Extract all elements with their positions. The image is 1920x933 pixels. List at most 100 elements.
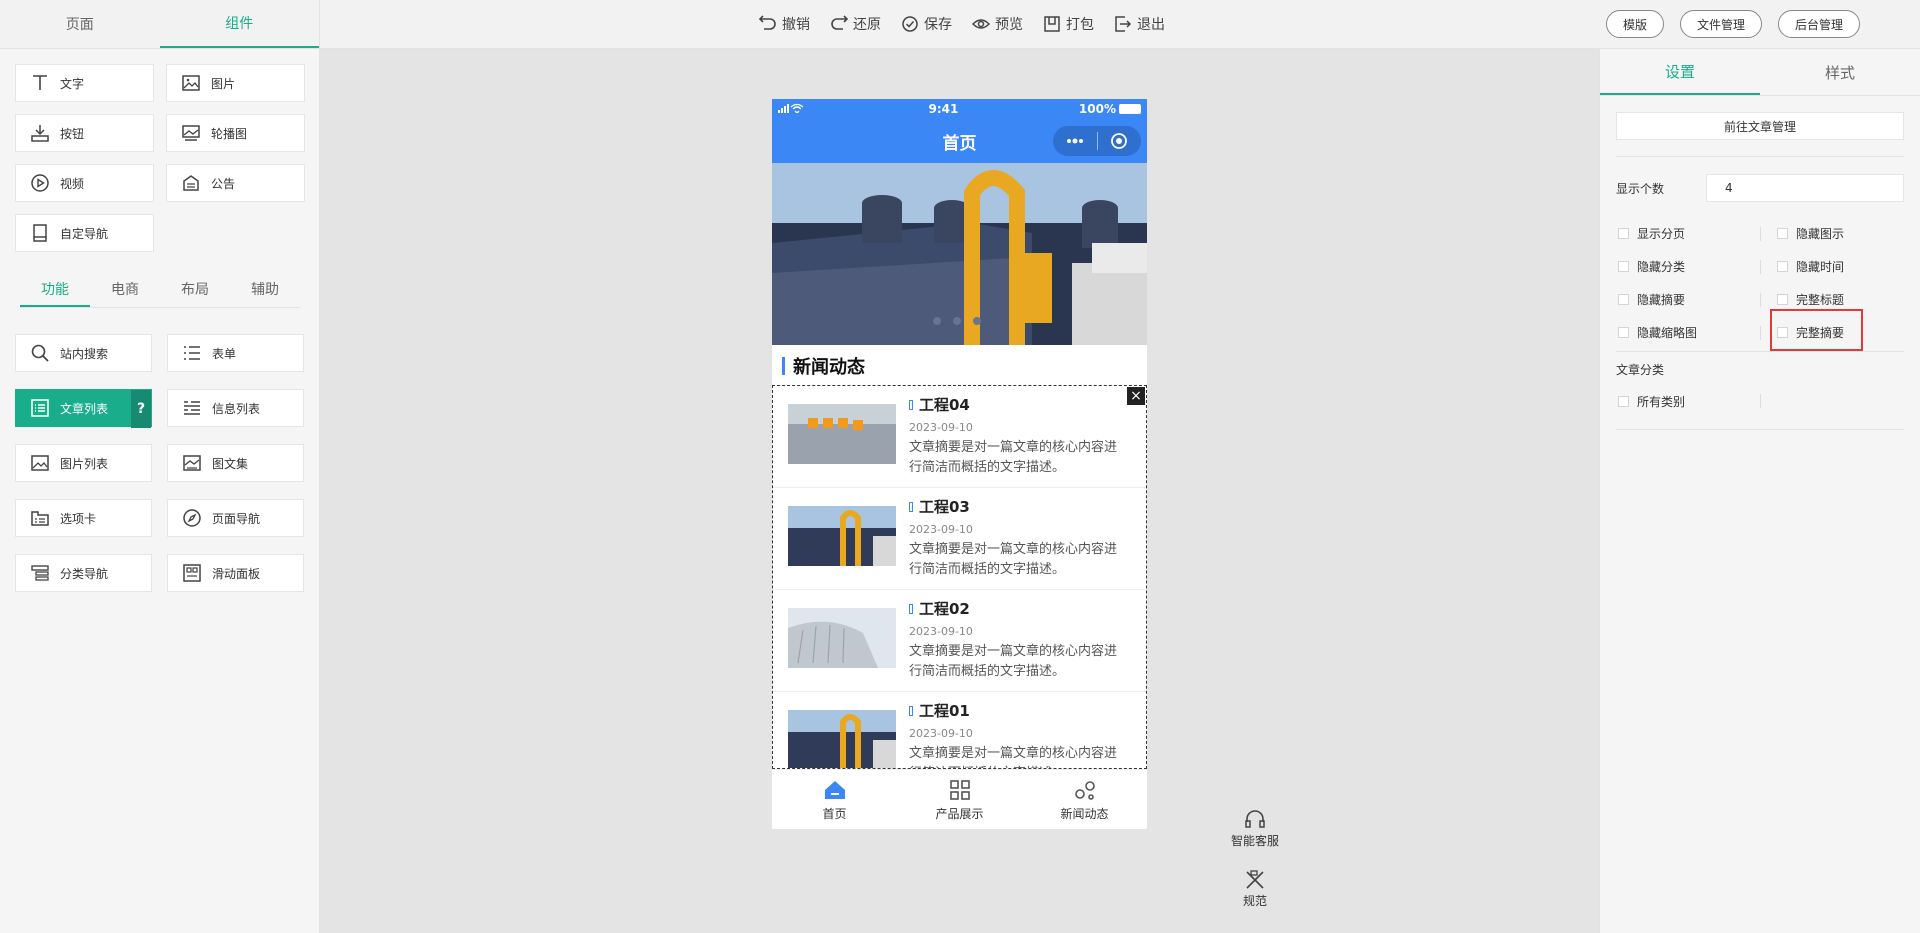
comp-video[interactable]: 视频 bbox=[15, 164, 154, 202]
template-button[interactable]: 模版 bbox=[1605, 10, 1664, 38]
article-title-text: 工程03 bbox=[919, 498, 970, 516]
comp-text[interactable]: 文字 bbox=[15, 64, 154, 102]
checkbox[interactable] bbox=[1618, 327, 1629, 338]
option-row: 隐藏摘要 完整标题 bbox=[1616, 283, 1906, 316]
comp-notice-label: 公告 bbox=[211, 176, 236, 191]
article-item[interactable]: 工程01 2023-09-10 文章摘要是对一篇文章的核心内容进行简洁而概括的文… bbox=[773, 692, 1146, 768]
checkbox[interactable] bbox=[1777, 327, 1788, 338]
save-button[interactable]: 保存 bbox=[901, 14, 952, 34]
option-label: 完整摘要 bbox=[1796, 326, 1845, 340]
tabbar-news[interactable]: 新闻动态 bbox=[1022, 770, 1147, 829]
status-time: 9:41 bbox=[928, 102, 959, 116]
comp-button[interactable]: 按钮 bbox=[15, 114, 154, 152]
help-badge[interactable]: ? bbox=[131, 390, 151, 428]
option-hide-category[interactable]: 隐藏分类 bbox=[1616, 258, 1761, 275]
redo-label: 还原 bbox=[853, 17, 881, 33]
undo-button[interactable]: 撤销 bbox=[759, 14, 810, 34]
tab-page[interactable]: 页面 bbox=[0, 0, 160, 48]
status-battery: 100% bbox=[1079, 102, 1141, 116]
tab-function[interactable]: 功能 bbox=[20, 273, 90, 307]
smart-service-button[interactable]: 智能客服 bbox=[1215, 808, 1295, 849]
image-icon bbox=[182, 75, 200, 91]
tab-settings[interactable]: 设置 bbox=[1600, 49, 1760, 95]
more-dots-icon[interactable] bbox=[1053, 126, 1097, 156]
phone-nav-bar: 首页 bbox=[772, 119, 1147, 163]
news-section-title: 新闻动态 bbox=[772, 345, 1147, 387]
option-hide-time[interactable]: 隐藏时间 bbox=[1761, 258, 1906, 275]
option-show-pagination[interactable]: 显示分页 bbox=[1616, 225, 1761, 242]
comp-gallery[interactable]: 图文集 bbox=[167, 444, 304, 482]
tabbar-products[interactable]: 产品展示 bbox=[897, 770, 1022, 829]
comp-custom-nav[interactable]: 自定导航 bbox=[15, 214, 154, 252]
option-hide-summary[interactable]: 隐藏摘要 bbox=[1616, 291, 1761, 308]
exit-button[interactable]: 退出 bbox=[1114, 14, 1165, 34]
checkbox[interactable] bbox=[1618, 395, 1629, 407]
article-item[interactable]: 工程04 2023-09-10 文章摘要是对一篇文章的核心内容进行简洁而概括的文… bbox=[773, 386, 1146, 488]
article-title: 工程04 bbox=[909, 394, 1129, 415]
comp-image[interactable]: 图片 bbox=[166, 64, 305, 102]
checkbox[interactable] bbox=[1777, 261, 1788, 272]
tab-style[interactable]: 样式 bbox=[1760, 49, 1920, 95]
spec-label: 规范 bbox=[1242, 894, 1267, 908]
file-manage-button[interactable]: 文件管理 bbox=[1679, 10, 1762, 38]
article-item[interactable]: 工程02 2023-09-10 文章摘要是对一篇文章的核心内容进行简洁而概括的文… bbox=[773, 590, 1146, 692]
comp-image-list[interactable]: 图片列表 bbox=[15, 444, 152, 482]
comp-page-nav[interactable]: 页面导航 bbox=[167, 499, 304, 537]
save-label: 保存 bbox=[924, 17, 952, 33]
comp-form[interactable]: 表单 bbox=[167, 334, 304, 372]
option-row: 显示分页 隐藏图示 bbox=[1616, 217, 1906, 250]
close-icon[interactable]: × bbox=[1127, 387, 1145, 405]
nav-title: 首页 bbox=[942, 133, 977, 154]
preview-button[interactable]: 预览 bbox=[972, 14, 1023, 34]
tab-ecommerce[interactable]: 电商 bbox=[90, 273, 160, 307]
comp-tabs[interactable]: 选项卡 bbox=[15, 499, 152, 537]
comp-info-list[interactable]: 信息列表 bbox=[167, 389, 304, 427]
display-count-input[interactable] bbox=[1706, 174, 1904, 202]
comp-site-search[interactable]: 站内搜索 bbox=[15, 334, 152, 372]
settings-tabs: 设置 样式 bbox=[1600, 49, 1920, 96]
article-info: 工程03 2023-09-10 文章摘要是对一篇文章的核心内容进行简洁而概括的文… bbox=[909, 496, 1129, 580]
phone-status-bar: 9:41 100% bbox=[772, 99, 1147, 119]
redo-button[interactable]: 还原 bbox=[830, 14, 881, 34]
article-title-text: 工程02 bbox=[919, 600, 970, 618]
checkbox[interactable] bbox=[1777, 228, 1788, 239]
tabbar-home[interactable]: 首页 bbox=[772, 770, 897, 829]
option-separator bbox=[1760, 326, 1761, 340]
category-nav-icon bbox=[31, 565, 49, 581]
checkbox[interactable] bbox=[1777, 294, 1788, 305]
comp-category-nav[interactable]: 分类导航 bbox=[15, 554, 152, 592]
close-target-icon[interactable] bbox=[1098, 126, 1142, 156]
comp-notice[interactable]: 公告 bbox=[166, 164, 305, 202]
notice-icon bbox=[183, 175, 199, 191]
package-icon bbox=[1044, 16, 1060, 32]
article-list-component[interactable]: × 工程04 2023-09-10 文章摘要是对一篇文章的核心内容进行简洁而概括… bbox=[772, 385, 1147, 769]
option-separator bbox=[1760, 394, 1761, 408]
gallery-icon bbox=[183, 455, 201, 471]
comp-custom-nav-label: 自定导航 bbox=[60, 226, 109, 241]
spec-button[interactable]: 规范 bbox=[1215, 868, 1295, 909]
option-hide-icon[interactable]: 隐藏图示 bbox=[1761, 225, 1906, 242]
option-full-title[interactable]: 完整标题 bbox=[1761, 291, 1906, 308]
mini-program-capsule bbox=[1053, 126, 1141, 156]
comp-article-list[interactable]: 文章列表 ? bbox=[15, 389, 152, 428]
option-all-categories[interactable]: 所有类别 bbox=[1616, 393, 1761, 410]
admin-button[interactable]: 后台管理 bbox=[1777, 10, 1860, 38]
comp-slide-panel[interactable]: 滑动面板 bbox=[167, 554, 304, 592]
banner-image bbox=[772, 163, 1147, 345]
checkbox[interactable] bbox=[1618, 294, 1629, 305]
grid-icon bbox=[949, 779, 970, 800]
tab-auxiliary[interactable]: 辅助 bbox=[230, 273, 300, 307]
display-options: 显示分页 隐藏图示 隐藏分类 隐藏时间 隐藏摘要 完整标题 隐藏缩略图 完整摘要 bbox=[1616, 217, 1906, 349]
option-full-summary[interactable]: 完整摘要 bbox=[1761, 324, 1906, 341]
goto-article-manage-button[interactable]: 前往文章管理 bbox=[1616, 112, 1904, 140]
checkbox[interactable] bbox=[1618, 228, 1629, 239]
article-item[interactable]: 工程03 2023-09-10 文章摘要是对一篇文章的核心内容进行简洁而概括的文… bbox=[773, 488, 1146, 590]
option-hide-thumbnail[interactable]: 隐藏缩略图 bbox=[1616, 324, 1761, 341]
comp-carousel[interactable]: 轮播图 bbox=[166, 114, 305, 152]
article-title: 工程03 bbox=[909, 496, 1129, 517]
article-thumbnail bbox=[788, 506, 896, 566]
checkbox[interactable] bbox=[1618, 261, 1629, 272]
tab-layout[interactable]: 布局 bbox=[160, 273, 230, 307]
tab-components[interactable]: 组件 bbox=[159, 0, 319, 48]
package-button[interactable]: 打包 bbox=[1043, 14, 1094, 34]
